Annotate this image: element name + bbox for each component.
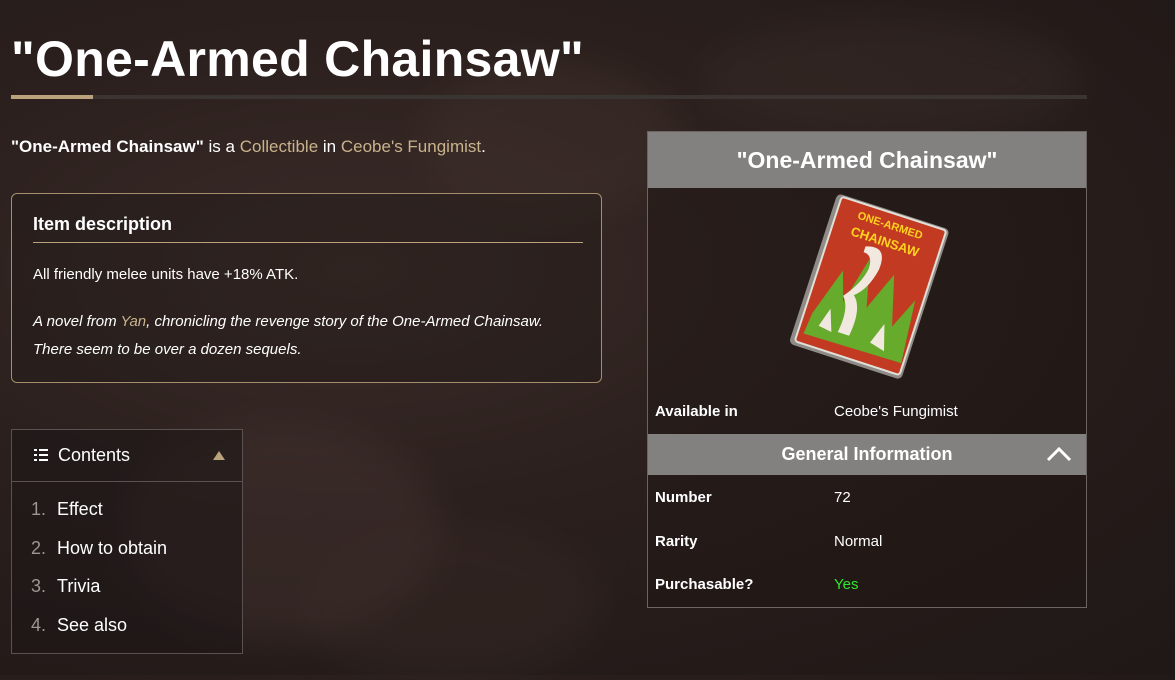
contents-heading: Contents xyxy=(58,445,131,465)
chevron-up-icon[interactable] xyxy=(1046,446,1072,462)
toc-item-number: 3. xyxy=(31,576,47,596)
toc-item-label: See also xyxy=(57,615,128,635)
page-title: "One-Armed Chainsaw" xyxy=(11,31,584,87)
purchasable-value: Yes xyxy=(834,576,859,593)
collectible-book-image: ONE-ARMED CHAINSAW xyxy=(790,194,949,379)
infobox-title: "One-Armed Chainsaw" xyxy=(648,132,1086,188)
general-information-title: General Information xyxy=(781,444,953,464)
toc-item-effect[interactable]: 1. Effect xyxy=(31,499,103,520)
toc-item-trivia[interactable]: 3. Trivia xyxy=(31,576,100,597)
item-flavor-text: A novel from Yan, chronicling the reveng… xyxy=(33,308,553,364)
title-divider xyxy=(11,95,1087,99)
item-description-box: Item description All friendly melee unit… xyxy=(11,193,602,383)
infobox: "One-Armed Chainsaw" ONE-ARMED CHAINSAW … xyxy=(647,131,1087,608)
toc-item-how-to-obtain[interactable]: 2. How to obtain xyxy=(31,538,167,559)
item-effect-text: All friendly melee units have +18% ATK. xyxy=(33,266,299,283)
caret-up-icon[interactable] xyxy=(213,451,225,460)
toc-item-number: 1. xyxy=(31,499,47,519)
toc-item-number: 4. xyxy=(31,615,47,635)
number-label: Number xyxy=(655,489,712,506)
table-of-contents: Contents 1. Effect 2. How to obtain 3. Triv… xyxy=(11,429,243,654)
general-information-header[interactable]: General Information xyxy=(648,434,1086,475)
intro-text: is a xyxy=(208,137,235,156)
list-icon xyxy=(34,449,48,461)
toc-item-see-also[interactable]: 4. See also xyxy=(31,615,127,636)
item-description-heading: Item description xyxy=(33,214,583,243)
intro-paragraph: "One-Armed Chainsaw" is a Collectible in… xyxy=(11,137,486,157)
toc-item-label: Effect xyxy=(57,499,103,519)
ceobes-fungimist-link[interactable]: Ceobe's Fungimist xyxy=(341,137,481,156)
rarity-label: Rarity xyxy=(655,533,698,550)
intro-period: . xyxy=(481,137,486,156)
intro-text-in: in xyxy=(322,137,337,156)
available-in-label: Available in xyxy=(655,403,738,420)
number-value: 72 xyxy=(834,489,851,506)
contents-toggle[interactable]: Contents xyxy=(12,430,242,482)
toc-item-number: 2. xyxy=(31,538,47,558)
flavor-text-start: A novel from xyxy=(33,313,121,330)
toc-item-label: How to obtain xyxy=(57,538,168,558)
collectible-link[interactable]: Collectible xyxy=(240,137,318,156)
toc-item-label: Trivia xyxy=(57,576,101,596)
yan-link[interactable]: Yan xyxy=(121,313,147,330)
available-in-link[interactable]: Ceobe's Fungimist xyxy=(834,403,958,420)
intro-item-name: "One-Armed Chainsaw" xyxy=(11,137,204,156)
purchasable-label: Purchasable? xyxy=(655,576,754,593)
rarity-value: Normal xyxy=(834,533,883,550)
title-divider-accent xyxy=(11,95,93,99)
